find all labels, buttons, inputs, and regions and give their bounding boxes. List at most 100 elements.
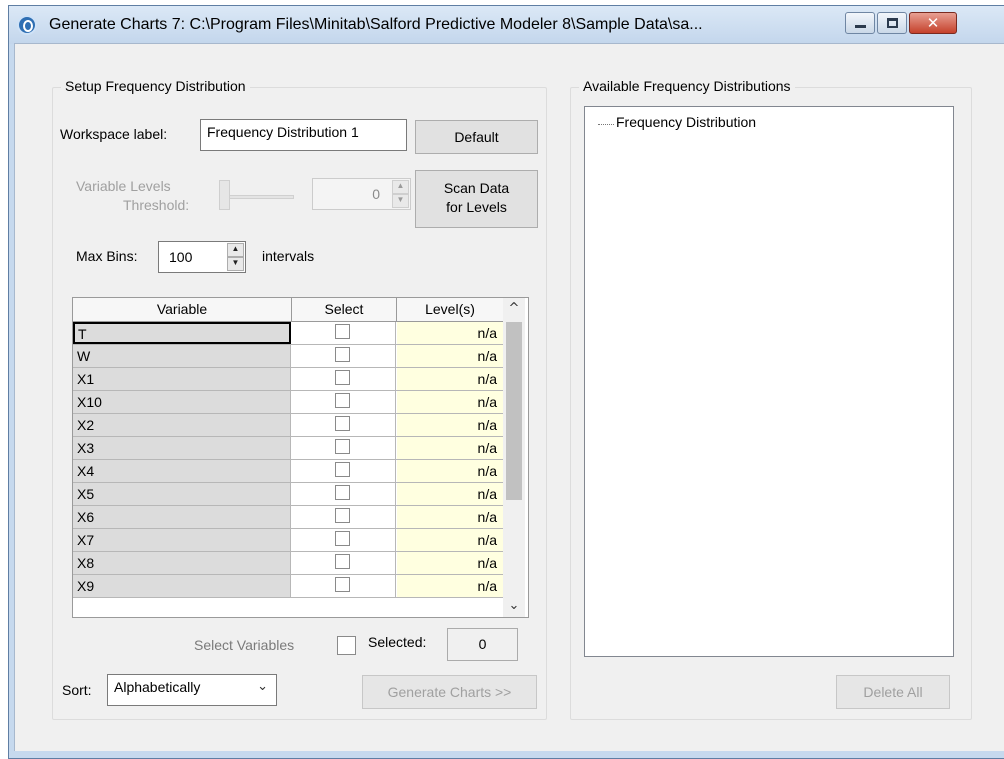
variable-grid[interactable]: Variable Select Level(s) T n/a W n/a X1 …	[72, 297, 529, 618]
variable-cell[interactable]: X1	[73, 368, 291, 390]
select-checkbox[interactable]	[335, 393, 350, 408]
max-bins-value: 100	[169, 249, 193, 265]
scan-data-button[interactable]: Scan Data for Levels	[415, 170, 538, 228]
variable-cell[interactable]: X2	[73, 414, 291, 436]
table-row[interactable]: X2 n/a	[73, 414, 503, 437]
workspace-label-input[interactable]: Frequency Distribution 1	[200, 119, 407, 151]
select-cell[interactable]	[292, 368, 396, 390]
variable-cell[interactable]: X7	[73, 529, 291, 551]
select-checkbox[interactable]	[335, 485, 350, 500]
intervals-label: intervals	[262, 248, 315, 264]
table-row[interactable]: X1 n/a	[73, 368, 503, 391]
window-title: Generate Charts 7: C:\Program Files\Mini…	[49, 16, 703, 33]
select-cell[interactable]	[292, 552, 396, 574]
sort-label: Sort:	[62, 682, 92, 698]
select-cell[interactable]	[292, 414, 396, 436]
workspace-label-value: Frequency Distribution 1	[207, 124, 359, 140]
table-row[interactable]: X9 n/a	[73, 575, 503, 598]
delete-all-button[interactable]: Delete All	[836, 675, 950, 709]
threshold-slider-thumb[interactable]	[219, 180, 230, 210]
select-checkbox[interactable]	[335, 577, 350, 592]
spin-up-icon[interactable]: ▲	[392, 180, 409, 194]
threshold-spinner[interactable]: 0 ▲ ▼	[312, 178, 411, 210]
minimize-button[interactable]	[845, 12, 875, 34]
minimize-icon	[855, 25, 866, 28]
close-icon: ✕	[926, 14, 940, 32]
level-cell: n/a	[397, 460, 503, 482]
select-checkbox[interactable]	[335, 324, 350, 339]
level-cell: n/a	[397, 506, 503, 528]
select-checkbox[interactable]	[335, 439, 350, 454]
spin-down-icon[interactable]: ▼	[392, 194, 409, 208]
select-cell[interactable]	[292, 345, 396, 367]
level-cell: n/a	[397, 414, 503, 436]
variable-cell[interactable]: X10	[73, 391, 291, 413]
scrollbar-thumb[interactable]	[506, 322, 522, 500]
table-row[interactable]: X5 n/a	[73, 483, 503, 506]
table-row[interactable]: T n/a	[73, 322, 503, 345]
table-row[interactable]: X4 n/a	[73, 460, 503, 483]
level-cell: n/a	[397, 552, 503, 574]
select-checkbox[interactable]	[335, 370, 350, 385]
maximize-button[interactable]	[877, 12, 907, 34]
select-cell[interactable]	[292, 575, 396, 597]
select-cell[interactable]	[292, 483, 396, 505]
spin-down-icon[interactable]: ▼	[227, 257, 244, 271]
threshold-slider-track[interactable]	[222, 195, 294, 199]
table-row[interactable]: X6 n/a	[73, 506, 503, 529]
table-row[interactable]: X7 n/a	[73, 529, 503, 552]
select-cell[interactable]	[292, 437, 396, 459]
spin-up-icon[interactable]: ▲	[227, 243, 244, 257]
scroll-up-icon[interactable]: ^	[503, 298, 525, 320]
scan-button-line-1: Scan Data	[443, 180, 510, 196]
max-bins-label: Max Bins:	[76, 248, 138, 264]
select-checkbox[interactable]	[335, 462, 350, 477]
level-cell: n/a	[397, 529, 503, 551]
variable-cell[interactable]: X3	[73, 437, 291, 459]
table-row[interactable]: X10 n/a	[73, 391, 503, 414]
close-button[interactable]: ✕	[909, 12, 957, 34]
select-variables-checkbox[interactable]	[337, 636, 356, 655]
select-checkbox[interactable]	[335, 416, 350, 431]
select-cell[interactable]	[292, 322, 396, 344]
max-bins-spinner[interactable]: 100 ▲ ▼	[158, 241, 246, 273]
variable-cell[interactable]: X4	[73, 460, 291, 482]
level-cell: n/a	[397, 368, 503, 390]
table-row[interactable]: X8 n/a	[73, 552, 503, 575]
variable-cell[interactable]: X6	[73, 506, 291, 528]
level-cell: n/a	[397, 322, 503, 344]
distributions-tree[interactable]: Frequency Distribution	[584, 106, 954, 657]
available-group-title: Available Frequency Distributions	[579, 78, 795, 94]
chevron-down-icon: ⌄	[257, 679, 268, 694]
select-checkbox[interactable]	[335, 508, 350, 523]
table-row[interactable]: X3 n/a	[73, 437, 503, 460]
select-checkbox[interactable]	[335, 531, 350, 546]
default-button[interactable]: Default	[415, 120, 538, 154]
sort-value: Alphabetically	[114, 679, 201, 695]
scroll-down-icon[interactable]: ⌄	[503, 595, 525, 617]
variable-cell[interactable]: X9	[73, 575, 291, 597]
select-checkbox[interactable]	[335, 554, 350, 569]
variable-cell[interactable]: X8	[73, 552, 291, 574]
workspace-label: Workspace label:	[60, 126, 168, 142]
grid-vertical-scrollbar[interactable]: ^ ⌄	[503, 298, 525, 617]
column-header-levels[interactable]: Level(s)	[397, 298, 503, 322]
select-cell[interactable]	[292, 506, 396, 528]
tree-item-frequency-distribution[interactable]: Frequency Distribution	[616, 114, 756, 130]
sort-dropdown[interactable]: Alphabetically ⌄	[107, 674, 277, 706]
level-cell: n/a	[397, 575, 503, 597]
column-header-select[interactable]: Select	[292, 298, 397, 322]
title-bar[interactable]: Generate Charts 7: C:\Program Files\Mini…	[9, 6, 1004, 44]
variable-cell[interactable]: X5	[73, 483, 291, 505]
variable-cell[interactable]: T	[73, 322, 291, 344]
table-row[interactable]: W n/a	[73, 345, 503, 368]
select-cell[interactable]	[292, 529, 396, 551]
column-header-variable[interactable]: Variable	[73, 298, 292, 322]
select-checkbox[interactable]	[335, 347, 350, 362]
variable-cell[interactable]: W	[73, 345, 291, 367]
select-cell[interactable]	[292, 391, 396, 413]
scan-button-line-2: for Levels	[446, 199, 507, 215]
generate-charts-button[interactable]: Generate Charts >>	[362, 675, 537, 709]
setup-group-title: Setup Frequency Distribution	[61, 78, 250, 94]
select-cell[interactable]	[292, 460, 396, 482]
